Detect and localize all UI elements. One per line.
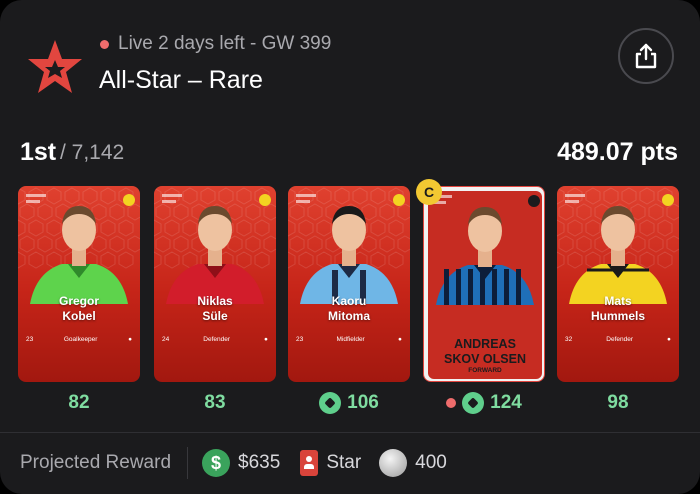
- score-value: 98: [607, 392, 629, 413]
- player-slot[interactable]: Niklas Süle 24 Defender ● 83: [154, 186, 276, 416]
- total-points: 489.07 pts: [557, 138, 678, 166]
- divider: [0, 432, 700, 433]
- player-card[interactable]: Niklas Süle 24 Defender ●: [154, 186, 276, 382]
- player-first-name: Niklas: [197, 294, 233, 308]
- player-score: 124: [423, 392, 545, 414]
- country-flag-icon: ●: [667, 336, 671, 343]
- player-age: 23: [296, 336, 304, 343]
- player-position: Defender: [606, 336, 634, 343]
- player-meta: 23 Midfielder ●: [296, 336, 402, 343]
- player-last-name: Mitoma: [328, 309, 370, 323]
- player-card[interactable]: ANDREAS SKOV OLSEN FORWARD: [423, 186, 545, 382]
- player-name: Gregor Kobel: [18, 294, 140, 324]
- player-portrait: [18, 187, 140, 304]
- player-slot[interactable]: ANDREAS SKOV OLSEN FORWARD 124: [423, 186, 545, 416]
- player-last-name: Süle: [202, 309, 228, 323]
- player-name: Kaoru Mitoma: [288, 294, 410, 324]
- player-card[interactable]: Kaoru Mitoma 23 Midfielder ●: [288, 186, 410, 382]
- player-first-name: Mats: [604, 294, 632, 308]
- country-flag-icon: ●: [128, 336, 132, 343]
- ball-icon: [319, 392, 342, 414]
- live-dot-icon: [100, 39, 109, 49]
- reward-card: Star: [326, 452, 362, 473]
- rank: 1st: [20, 138, 57, 166]
- score-value: 82: [68, 392, 90, 413]
- player-first-name: ANDREAS: [454, 337, 516, 351]
- projected-reward: Projected Reward $ $635 Star 400: [20, 447, 447, 479]
- reward-label: Projected Reward: [20, 452, 172, 473]
- player-position: Midfielder: [336, 336, 365, 343]
- live-dot-icon: [446, 398, 457, 408]
- score-value: 124: [490, 392, 522, 413]
- country-flag-icon: ●: [398, 336, 402, 343]
- player-card[interactable]: Mats Hummels 32 Defender ●: [557, 186, 679, 382]
- star-badge-icon: [28, 40, 82, 93]
- player-last-name: Hummels: [590, 309, 646, 323]
- player-score: 82: [18, 392, 140, 414]
- page-title: All-Star – Rare: [99, 66, 263, 94]
- reward-coins: 400: [415, 452, 447, 473]
- coin-icon: [379, 449, 408, 477]
- ball-icon: [462, 392, 485, 414]
- player-meta: 32 Defender ●: [565, 336, 671, 343]
- player-slot[interactable]: Kaoru Mitoma 23 Midfielder ● 106: [288, 186, 410, 416]
- separator: [187, 447, 189, 479]
- player-score: 98: [557, 392, 679, 414]
- rank-total: / 7,142: [60, 141, 125, 164]
- share-button[interactable]: [618, 28, 674, 84]
- player-position: Goalkeeper: [63, 336, 98, 343]
- player-last-name: Kobel: [62, 309, 96, 323]
- player-lineup: Gregor Kobel 23 Goalkeeper ● 82 Niklas Süle 24 De…: [18, 186, 679, 416]
- money-icon: $: [202, 449, 231, 477]
- player-age: 32: [565, 336, 573, 343]
- live-text: Live 2 days left - GW 399: [118, 33, 332, 54]
- player-score: 83: [154, 392, 276, 414]
- header: Live 2 days left - GW 399 All-Star – Rar…: [24, 28, 676, 108]
- player-card[interactable]: Gregor Kobel 23 Goalkeeper ●: [18, 186, 140, 382]
- player-portrait: [557, 187, 679, 304]
- player-slot[interactable]: Gregor Kobel 23 Goalkeeper ● 82: [18, 186, 140, 416]
- player-first-name: Kaoru: [331, 294, 367, 308]
- player-meta: 24 Defender ●: [162, 336, 268, 343]
- player-last-name: SKOV OLSEN: [444, 352, 526, 366]
- player-name: Niklas Süle: [154, 294, 276, 324]
- share-icon: [635, 43, 657, 69]
- competition-card[interactable]: Live 2 days left - GW 399 All-Star – Rar…: [0, 0, 700, 494]
- card-icon: [300, 450, 319, 476]
- player-slot[interactable]: Mats Hummels 32 Defender ● 98: [557, 186, 679, 416]
- player-first-name: Gregor: [58, 294, 99, 308]
- player-name: ANDREAS SKOV OLSEN: [424, 337, 544, 367]
- player-portrait: [154, 187, 276, 304]
- player-name: Mats Hummels: [557, 294, 679, 324]
- player-meta: 23 Goalkeeper ●: [26, 336, 132, 343]
- player-portrait: [288, 187, 410, 304]
- player-age: 23: [26, 336, 34, 343]
- score-value: 106: [347, 392, 379, 413]
- player-position: Defender: [203, 336, 231, 343]
- score-value: 83: [204, 392, 226, 413]
- ranking-row: 1st / 7,142 489.07 pts: [20, 138, 678, 168]
- player-age: 24: [162, 336, 170, 343]
- country-flag-icon: ●: [264, 336, 268, 343]
- captain-badge: C: [416, 179, 442, 205]
- player-position: FORWARD: [468, 367, 502, 374]
- player-score: 106: [288, 392, 410, 414]
- reward-money: $635: [238, 452, 281, 473]
- live-status: Live 2 days left - GW 399: [100, 33, 331, 55]
